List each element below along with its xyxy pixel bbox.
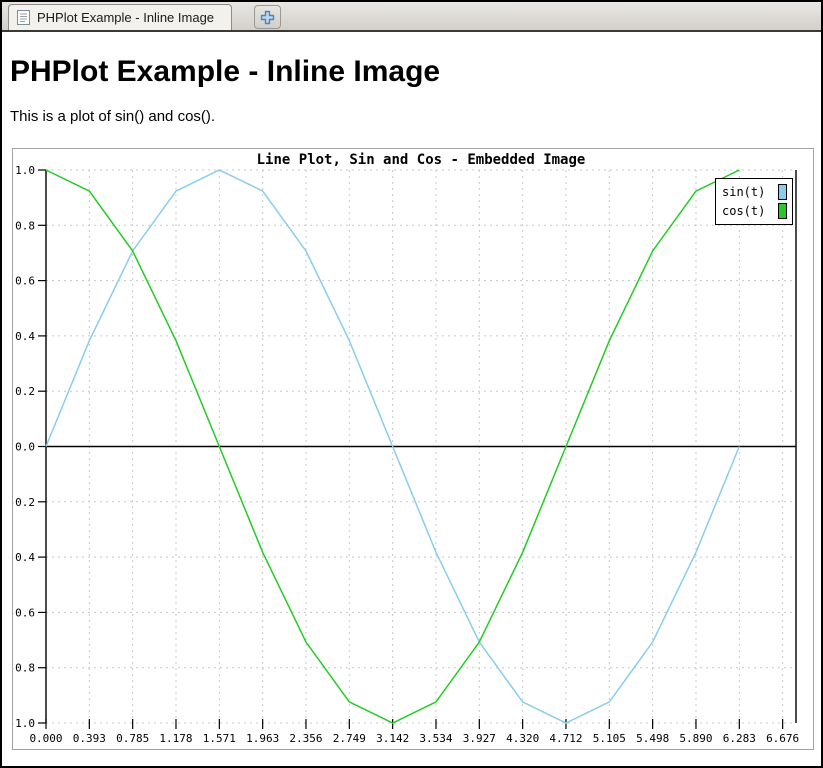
plus-icon [260, 10, 275, 25]
svg-text:5.498: 5.498 [636, 732, 669, 745]
svg-text:3.534: 3.534 [419, 732, 452, 745]
legend-swatch-sin [778, 184, 787, 200]
svg-text:6.676: 6.676 [766, 732, 799, 745]
legend-item-cos: cos(t) [722, 201, 787, 220]
chart-image: 0.000 0.393 0.785 1.178 1.571 1.963 2.356 2.749… [12, 148, 814, 750]
svg-text:0.785: 0.785 [116, 732, 149, 745]
legend-label-cos: cos(t) [722, 204, 778, 218]
svg-text:1.0: 1.0 [15, 164, 35, 177]
svg-text:0.0: 0.0 [15, 441, 35, 454]
svg-text:0.6: 0.6 [15, 275, 35, 288]
intro-text: This is a plot of sin() and cos(). [10, 108, 821, 125]
svg-text:2.749: 2.749 [333, 732, 366, 745]
svg-text:0.8: 0.8 [15, 219, 35, 232]
chart-legend: sin(t) cos(t) [715, 178, 793, 225]
new-tab-button[interactable] [254, 5, 281, 29]
svg-text:1.178: 1.178 [159, 732, 192, 745]
document-icon [17, 10, 30, 25]
svg-text:2.356: 2.356 [289, 732, 322, 745]
tab-bar: PHPlot Example - Inline Image [2, 2, 821, 32]
svg-text:3.927: 3.927 [463, 732, 496, 745]
svg-text:-1.0: -1.0 [13, 717, 35, 730]
tab-phplot-example[interactable]: PHPlot Example - Inline Image [8, 4, 232, 30]
page-content: PHPlot Example - Inline Image This is a … [2, 55, 821, 750]
svg-text:0.2: 0.2 [15, 385, 35, 398]
svg-text:-0.4: -0.4 [13, 551, 35, 564]
svg-text:Line Plot, Sin and Cos - Embed: Line Plot, Sin and Cos - Embedded Image [257, 152, 586, 168]
svg-text:1.571: 1.571 [203, 732, 236, 745]
legend-label-sin: sin(t) [722, 185, 778, 199]
browser-window: PHPlot Example - Inline Image PHPlot Exa… [0, 0, 823, 768]
svg-text:0.4: 0.4 [15, 330, 35, 343]
svg-text:6.283: 6.283 [723, 732, 756, 745]
svg-text:1.963: 1.963 [246, 732, 279, 745]
svg-text:3.142: 3.142 [376, 732, 409, 745]
legend-item-sin: sin(t) [722, 182, 787, 201]
svg-text:-0.6: -0.6 [13, 606, 35, 619]
svg-text:5.890: 5.890 [679, 732, 712, 745]
svg-text:5.105: 5.105 [593, 732, 626, 745]
tab-title: PHPlot Example - Inline Image [37, 10, 214, 25]
svg-text:4.320: 4.320 [506, 732, 539, 745]
page-heading: PHPlot Example - Inline Image [10, 55, 821, 89]
svg-text:-0.2: -0.2 [13, 496, 35, 509]
svg-text:4.712: 4.712 [549, 732, 582, 745]
line-plot: 0.000 0.393 0.785 1.178 1.571 1.963 2.356 2.749… [13, 149, 813, 749]
legend-swatch-cos [778, 203, 787, 219]
svg-text:0.000: 0.000 [29, 732, 62, 745]
svg-text:0.393: 0.393 [73, 732, 106, 745]
svg-text:-0.8: -0.8 [13, 662, 35, 675]
